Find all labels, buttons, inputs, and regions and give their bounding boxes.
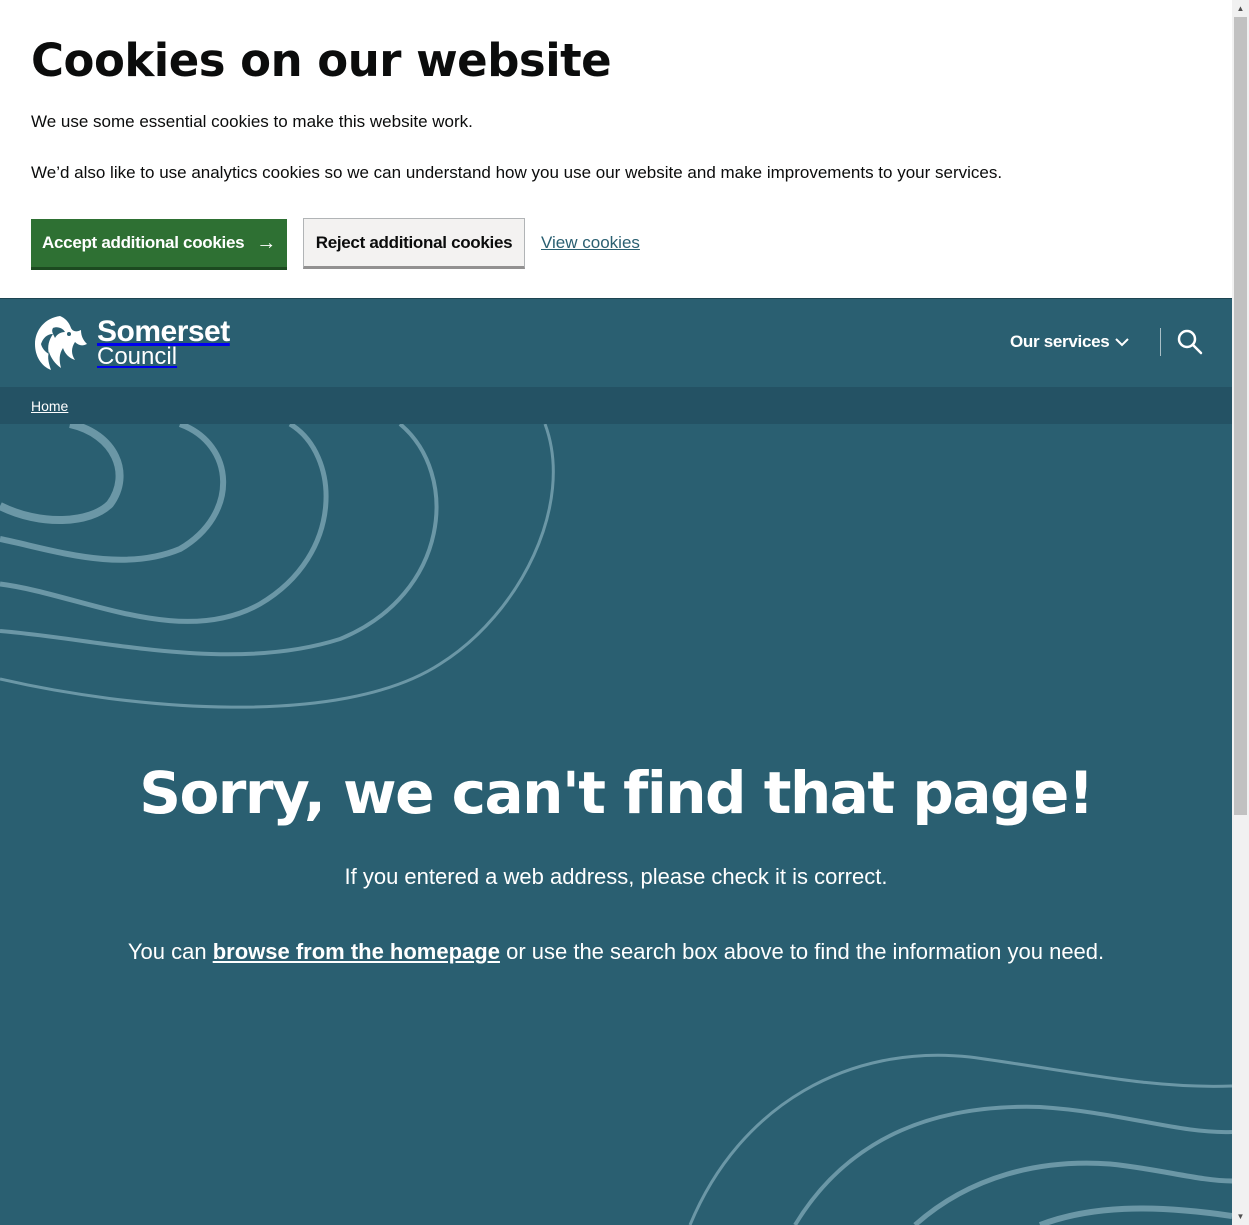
search-icon [1177,329,1203,355]
search-button[interactable] [1175,327,1205,357]
error-check-address-text: If you entered a web address, please che… [344,864,888,889]
dragon-logo-icon [35,316,87,370]
accept-cookies-button[interactable]: Accept additional cookies → [31,219,287,270]
logo-line-council: Council [97,343,178,370]
cookie-banner-title: Cookies on our website [31,34,612,87]
our-services-label: Our services [1010,332,1110,351]
error-help-text: You can browse from the homepage or use … [0,939,1232,965]
scroll-up-arrow-icon[interactable]: ▲ [1232,0,1249,17]
reject-cookies-button[interactable]: Reject additional cookies [303,218,525,269]
scrollbar-thumb[interactable] [1234,17,1247,815]
error-page-title: Sorry, we can't find that page! [139,759,1094,827]
scroll-down-arrow-icon[interactable]: ▼ [1232,1208,1249,1225]
our-services-menu-button[interactable]: Our services [1010,332,1130,352]
logo-text: Somerset Council [97,317,230,369]
cookie-analytics-text: We’d also like to use analytics cookies … [31,163,1003,182]
site-header: Somerset Council Our services [0,299,1232,387]
site-logo[interactable]: Somerset Council [31,314,230,372]
vertical-scrollbar[interactable]: ▲ ▼ [1232,0,1249,1225]
accept-cookies-label: Accept additional cookies [42,233,245,252]
page: Cookies on our website We use some essen… [0,0,1232,1225]
main-content: Sorry, we can't find that page! If you e… [0,424,1232,1225]
chevron-down-icon [1115,338,1130,347]
error-help-text-after: or use the search box above to find the … [499,939,1105,964]
cookie-banner: Cookies on our website We use some essen… [0,0,1232,299]
breadcrumb-home-link[interactable]: Home [31,398,68,414]
header-divider [1160,328,1161,356]
browse-homepage-link[interactable]: browse from the homepage [213,939,500,964]
error-help-text-before: You can [127,939,213,964]
view-cookies-link[interactable]: View cookies [541,233,640,253]
breadcrumb: Home [0,387,1232,424]
cookie-essential-text: We use some essential cookies to make th… [31,112,473,131]
arrow-right-icon: → [256,231,276,254]
